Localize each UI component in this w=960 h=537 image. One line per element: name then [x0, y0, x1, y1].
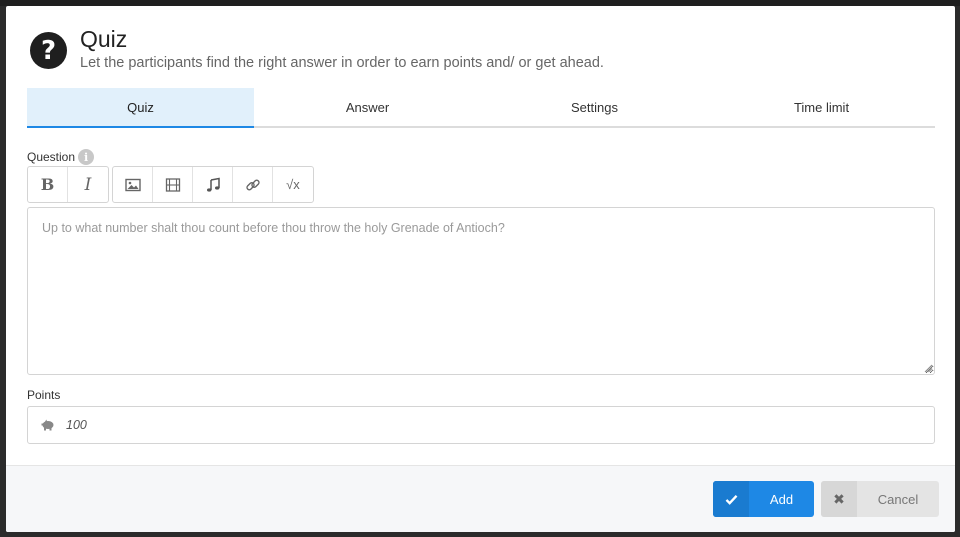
points-label: Points	[27, 388, 61, 402]
points-field[interactable]	[27, 406, 935, 444]
tab-answer[interactable]: Answer	[254, 88, 481, 126]
tab-settings[interactable]: Settings	[481, 88, 708, 126]
cancel-button-label: Cancel	[877, 491, 919, 507]
insert-image-button[interactable]	[113, 167, 153, 202]
music-icon	[206, 177, 220, 192]
question-circle-icon: ?	[30, 32, 67, 69]
dialog-subtitle: Let the participants find the right answ…	[80, 55, 604, 71]
link-icon	[245, 179, 260, 190]
check-icon	[713, 481, 749, 517]
question-label-row: Question i	[27, 149, 95, 165]
points-input[interactable]	[66, 418, 866, 432]
editor-toolbar: B I √x	[27, 166, 314, 203]
tab-quiz[interactable]: Quiz	[27, 88, 254, 128]
insert-video-button[interactable]	[153, 167, 193, 202]
insert-link-button[interactable]	[233, 167, 273, 202]
dialog-title: Quiz	[80, 26, 128, 52]
italic-button[interactable]: I	[68, 167, 108, 202]
close-icon: ✖	[821, 481, 857, 517]
question-textarea[interactable]	[27, 207, 935, 375]
tab-time-limit[interactable]: Time limit	[708, 88, 935, 126]
insert-audio-button[interactable]	[193, 167, 233, 202]
bold-button[interactable]: B	[28, 167, 68, 202]
add-button[interactable]: Add	[713, 481, 814, 517]
piggy-bank-icon	[41, 419, 54, 431]
cancel-button[interactable]: ✖ Cancel	[821, 481, 939, 517]
insert-formula-button[interactable]: √x	[273, 167, 313, 202]
insert-group: √x	[112, 166, 314, 203]
question-label: Question	[27, 150, 76, 164]
format-group: B I	[27, 166, 109, 203]
info-icon[interactable]: i	[78, 149, 95, 165]
image-icon	[124, 178, 141, 191]
tab-bar: Quiz Answer Settings Time limit	[27, 88, 935, 128]
film-icon	[165, 177, 180, 192]
add-button-label: Add	[769, 491, 794, 507]
dialog-footer: Add ✖ Cancel	[6, 465, 955, 532]
quiz-dialog: ? Quiz Let the participants find the rig…	[6, 6, 955, 532]
